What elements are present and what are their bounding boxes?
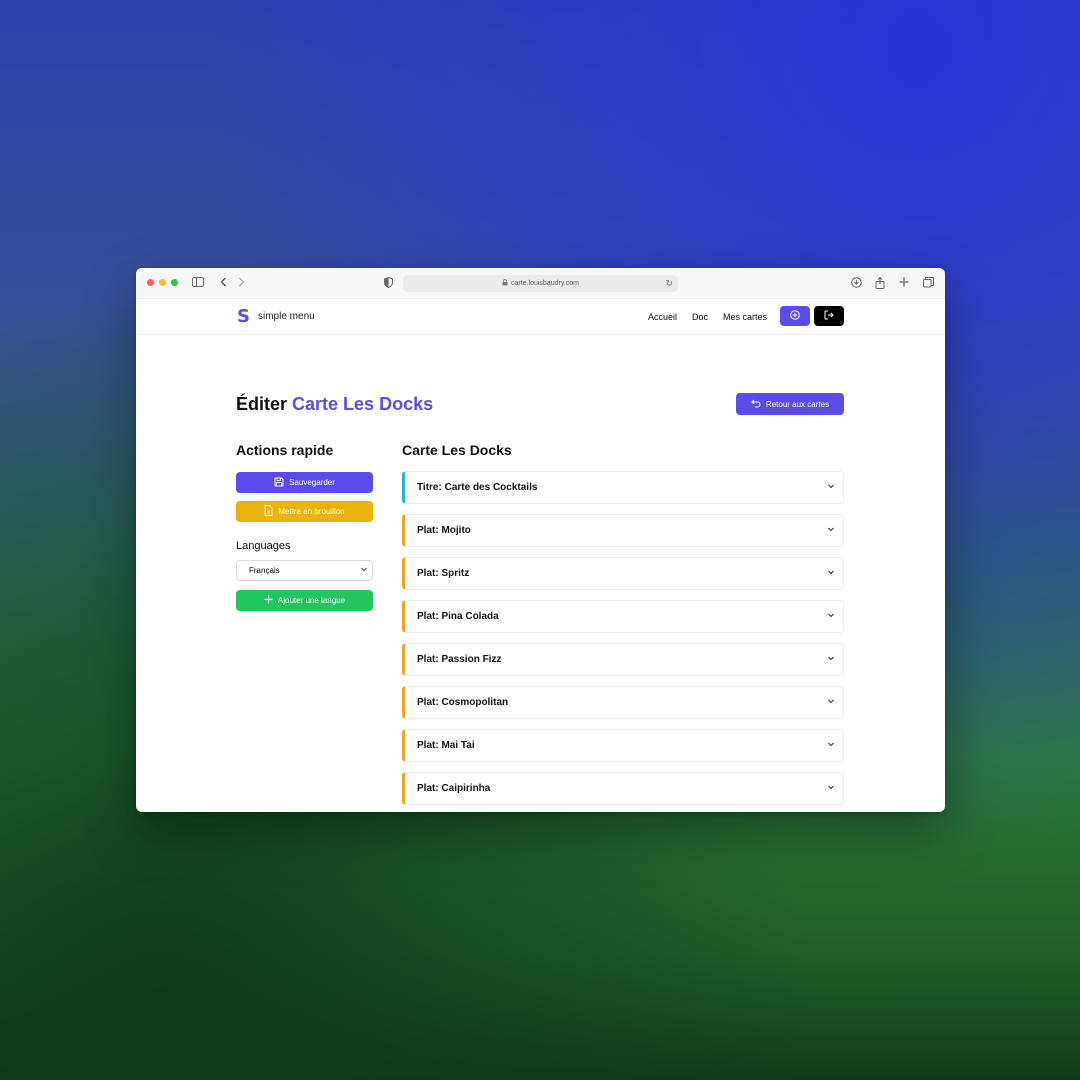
chevron-down-icon [827,697,835,708]
draft-button[interactable]: Mettre en brouillon [236,501,373,522]
menu-item-plat[interactable]: Plat: Spritz [402,557,844,590]
back-to-cards-button[interactable]: Retour aux cartes [736,393,844,415]
menu-item-plat[interactable]: Plat: Pina Colada [402,600,844,633]
plus-circle-icon [790,309,800,323]
chevron-down-icon [827,611,835,622]
draft-label: Mettre en brouillon [278,507,345,516]
logout-icon [824,310,834,323]
menu-section-title: Carte Les Docks [402,442,512,458]
chevron-down-icon [827,654,835,665]
back-to-cards-label: Retour aux cartes [765,399,830,409]
nav-link-mes-cartes[interactable]: Mes cartes [723,312,767,322]
menu-items-list: Titre: Carte des Cocktails Plat: Mojito … [402,471,844,812]
share-icon[interactable] [875,276,885,292]
save-floppy-icon [274,477,284,489]
lock-icon [502,279,508,288]
save-button[interactable]: Sauvegarder [236,472,373,493]
save-label: Sauvegarder [289,478,335,487]
menu-item-label: Titre: Carte des Cocktails [417,482,538,493]
menu-item-label: Plat: Passion Fizz [417,654,502,665]
language-select[interactable]: Français [236,560,373,581]
url-text: carte.louisbaudry.com [511,280,579,287]
menu-item-plat[interactable]: Plat: Cosmopolitan [402,686,844,719]
menu-item-label: Plat: Spritz [417,568,470,579]
minimize-window-button[interactable] [159,279,166,286]
chevron-down-icon [827,740,835,751]
address-bar[interactable]: carte.louisbaudry.com ↻ [403,275,678,292]
sidebar-toggle-icon[interactable] [192,277,204,290]
window-controls [147,279,178,286]
menu-item-plat[interactable]: Plat: Passion Fizz [402,643,844,676]
menu-item-plat[interactable]: Plat: Caipirinha [402,772,844,805]
menu-item-title[interactable]: Titre: Carte des Cocktails [402,471,844,504]
close-window-button[interactable] [147,279,154,286]
chevron-down-icon [360,565,368,575]
privacy-shield-icon[interactable] [384,276,393,291]
nav-link-accueil[interactable]: Accueil [648,312,677,322]
browser-window: carte.louisbaudry.com ↻ S simple menu Ac… [136,268,945,812]
menu-item-label: Plat: Pina Colada [417,611,499,622]
menu-item-label: Plat: Mai Tai [417,740,475,751]
quick-actions-title: Actions rapide [236,442,334,458]
add-card-button[interactable] [780,306,810,326]
logout-button[interactable] [814,306,844,326]
menu-item-label: Plat: Cosmopolitan [417,697,509,708]
simple-menu-logo-icon[interactable]: S [237,308,251,326]
forward-nav-icon[interactable] [238,277,245,290]
draft-file-icon [264,505,273,518]
add-language-label: Ajouter une langue [277,596,346,605]
tab-overview-icon[interactable] [923,277,934,291]
menu-item-label: Plat: Caipirinha [417,783,491,794]
zoom-window-button[interactable] [171,279,178,286]
back-nav-icon[interactable] [220,277,227,290]
menu-item-label: Plat: Mojito [417,525,471,536]
main-content: Éditer Carte Les Docks Retour aux cartes… [136,335,945,812]
language-selected-value: Français [249,566,280,575]
menu-item-plat[interactable]: Plat: Mojito [402,514,844,547]
chevron-down-icon [827,482,835,493]
menu-item-plat[interactable]: Plat: Mai Tai [402,729,844,762]
plus-icon [264,595,273,606]
page-title-prefix: Éditer [236,394,288,414]
chevron-down-icon [827,525,835,536]
download-icon[interactable] [851,277,862,291]
app-header: S simple menu Accueil Doc Mes cartes [136,299,945,335]
browser-toolbar: carte.louisbaudry.com ↻ [136,268,945,299]
page-title: Éditer Carte Les Docks [236,394,433,415]
brand-name[interactable]: simple menu [258,311,315,322]
nav-link-doc[interactable]: Doc [692,312,708,322]
chevron-down-icon [827,568,835,579]
page-title-card-name: Carte Les Docks [292,394,434,414]
add-language-button[interactable]: Ajouter une langue [236,590,373,611]
languages-label: Languages [236,540,291,552]
reload-icon[interactable]: ↻ [665,278,673,289]
chevron-down-icon [827,783,835,794]
undo-arrow-icon [751,399,761,410]
new-tab-icon[interactable] [899,277,909,290]
